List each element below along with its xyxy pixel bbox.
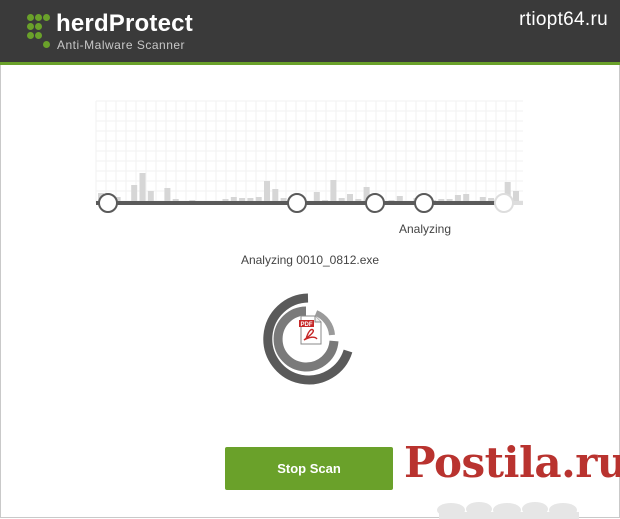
activity-bar — [131, 185, 138, 203]
timeline-node — [414, 193, 434, 213]
timeline-node — [98, 193, 118, 213]
postila-logo-text: Postila.ru — [404, 438, 620, 487]
activity-bar — [330, 180, 337, 203]
pdf-badge-label: PDF — [301, 322, 313, 328]
timeline-node — [287, 193, 307, 213]
current-file-label: Analyzing 0010_0812.exe — [240, 253, 380, 267]
activity-bar — [272, 189, 279, 203]
timeline-grid — [95, 100, 523, 203]
activity-bar — [164, 188, 171, 203]
stop-scan-button[interactable]: Stop Scan — [225, 447, 393, 490]
activity-bar — [139, 173, 146, 203]
activity-bar — [264, 181, 270, 203]
scan-timeline — [95, 100, 523, 213]
timeline-node — [365, 193, 385, 213]
pdf-file-icon: PDF — [299, 315, 322, 345]
scan-status-label: Analyzing — [399, 222, 452, 236]
timeline-node — [494, 193, 514, 213]
elephants-silhouette — [437, 502, 579, 519]
